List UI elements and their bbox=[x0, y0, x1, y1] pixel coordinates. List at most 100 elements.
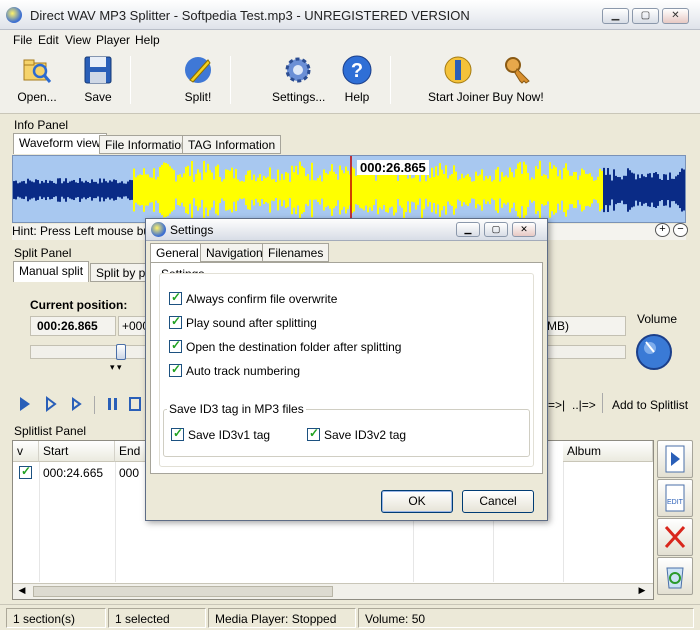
row-end-cell: 000 bbox=[119, 466, 140, 480]
waveform-sample bbox=[51, 181, 53, 199]
edit-button[interactable]: EDIT bbox=[657, 479, 693, 517]
menu-help[interactable]: Help bbox=[135, 33, 160, 47]
start-joiner-button[interactable]: Start Joiner bbox=[428, 54, 489, 110]
option-save-id3v1-checkbox[interactable] bbox=[171, 426, 184, 441]
waveform-sample bbox=[259, 174, 261, 206]
waveform-sample bbox=[333, 171, 335, 209]
waveform-sample bbox=[445, 165, 447, 215]
dialog-maximize-button[interactable]: ▢ bbox=[484, 222, 508, 237]
dialog-minimize-button[interactable]: ▁ bbox=[456, 222, 480, 237]
waveform-sample bbox=[493, 179, 495, 201]
save-button[interactable]: Save bbox=[78, 54, 118, 110]
waveform-graph bbox=[13, 156, 685, 222]
waveform-sample bbox=[601, 170, 603, 210]
menu-player[interactable]: Player bbox=[96, 33, 130, 47]
option-save-id3v1[interactable]: Save ID3v1 tag bbox=[171, 426, 270, 442]
delete-button[interactable] bbox=[657, 518, 693, 556]
secondary-slider[interactable] bbox=[546, 345, 626, 359]
play-selection-icon[interactable] bbox=[44, 396, 58, 412]
settings-button[interactable]: Settings... bbox=[272, 54, 325, 110]
tab-tag-information[interactable]: TAG Information bbox=[182, 135, 282, 154]
help-label: Help bbox=[344, 90, 370, 104]
option-play-sound[interactable]: Play sound after splitting bbox=[169, 314, 317, 330]
waveform-sample bbox=[139, 174, 141, 206]
split-button[interactable]: Split! bbox=[176, 54, 220, 110]
play-icon[interactable] bbox=[18, 396, 32, 412]
row-checkbox[interactable] bbox=[19, 464, 32, 479]
position-slider[interactable] bbox=[30, 344, 148, 360]
option-auto-track-numbering[interactable]: Auto track numbering bbox=[169, 362, 300, 378]
minimize-button[interactable]: ▁ bbox=[602, 8, 629, 24]
option-play-sound-checkbox[interactable] bbox=[169, 314, 182, 329]
waveform-sample bbox=[657, 174, 659, 206]
option-confirm-overwrite-checkbox[interactable] bbox=[169, 290, 182, 305]
waveform-sample bbox=[137, 175, 139, 205]
waveform-sample bbox=[143, 168, 145, 212]
waveform-sample bbox=[595, 180, 597, 200]
recycle-button[interactable] bbox=[657, 557, 693, 595]
waveform-sample bbox=[49, 180, 51, 200]
maximize-button[interactable]: ▢ bbox=[632, 8, 659, 24]
waveform-sample bbox=[563, 167, 565, 213]
column-header-album[interactable]: Album bbox=[563, 441, 653, 462]
waveform-sample bbox=[207, 163, 209, 217]
help-button[interactable]: ? Help bbox=[338, 54, 376, 110]
tab-file-information[interactable]: File Information bbox=[99, 135, 194, 154]
menu-edit[interactable]: Edit bbox=[38, 33, 59, 47]
horizontal-scrollbar[interactable]: ◀ ▶ bbox=[13, 583, 653, 599]
option-save-id3v2-label: Save ID3v2 tag bbox=[324, 428, 407, 442]
column-header-checked[interactable]: v bbox=[13, 441, 39, 462]
slider-thumb[interactable] bbox=[116, 344, 126, 360]
dialog-tab-general[interactable]: General bbox=[150, 243, 205, 263]
waveform-sample bbox=[239, 181, 241, 199]
waveform-sample bbox=[73, 179, 75, 201]
open-button[interactable]: Open... bbox=[14, 54, 60, 110]
waveform-sample bbox=[341, 170, 343, 210]
scrollbar-thumb[interactable] bbox=[33, 586, 333, 597]
option-auto-track-numbering-checkbox[interactable] bbox=[169, 362, 182, 377]
ok-button[interactable]: OK bbox=[381, 490, 453, 513]
zoom-in-icon[interactable]: + bbox=[655, 223, 670, 237]
zoom-out-icon[interactable]: − bbox=[673, 223, 688, 237]
waveform-sample bbox=[655, 172, 657, 208]
play-from-position-icon[interactable] bbox=[70, 396, 84, 412]
stop-icon[interactable] bbox=[128, 396, 142, 412]
jump-from-split-button[interactable]: ..|=> bbox=[572, 398, 596, 412]
tab-manual-split[interactable]: Manual split bbox=[13, 261, 90, 282]
waveform-sample bbox=[599, 168, 601, 212]
close-button[interactable]: ✕ bbox=[662, 8, 689, 24]
option-confirm-overwrite[interactable]: Always confirm file overwrite bbox=[169, 290, 337, 306]
option-save-id3v2[interactable]: Save ID3v2 tag bbox=[307, 426, 407, 442]
waveform-view[interactable]: 000:26.865 bbox=[12, 155, 686, 223]
current-position-label: Current position: bbox=[30, 298, 128, 312]
waveform-sample bbox=[551, 168, 553, 212]
option-open-folder-checkbox[interactable] bbox=[169, 338, 182, 353]
waveform-sample bbox=[681, 168, 683, 212]
buy-now-button[interactable]: Buy Now! bbox=[492, 54, 544, 110]
menu-view[interactable]: View bbox=[65, 33, 91, 47]
waveform-sample bbox=[603, 167, 605, 213]
cancel-button[interactable]: Cancel bbox=[462, 490, 534, 513]
pause-icon[interactable] bbox=[106, 396, 120, 412]
waveform-sample bbox=[289, 181, 291, 199]
waveform-sample bbox=[645, 177, 647, 203]
waveform-sample bbox=[159, 167, 161, 213]
waveform-sample bbox=[629, 170, 631, 210]
dialog-close-button[interactable]: ✕ bbox=[512, 222, 536, 237]
dialog-tab-filenames[interactable]: Filenames bbox=[262, 243, 330, 262]
column-header-start[interactable]: Start bbox=[39, 441, 115, 462]
move-up-button[interactable] bbox=[657, 440, 693, 478]
scroll-right-icon[interactable]: ▶ bbox=[635, 585, 649, 598]
waveform-sample bbox=[641, 174, 643, 206]
tab-waveform-view[interactable]: Waveform view bbox=[13, 133, 107, 154]
waveform-sample bbox=[447, 178, 449, 202]
waveform-sample bbox=[335, 173, 337, 207]
scroll-left-icon[interactable]: ◀ bbox=[15, 585, 29, 598]
option-open-folder[interactable]: Open the destination folder after splitt… bbox=[169, 338, 401, 354]
menu-file[interactable]: File bbox=[13, 33, 32, 47]
option-save-id3v2-checkbox[interactable] bbox=[307, 426, 320, 441]
volume-knob-icon[interactable] bbox=[632, 330, 676, 374]
dialog-tab-navigation[interactable]: Navigation bbox=[200, 243, 269, 262]
jump-to-split-end-button[interactable]: =>| bbox=[548, 398, 565, 412]
add-to-splitlist-button[interactable]: Add to Splitlist bbox=[612, 398, 688, 412]
